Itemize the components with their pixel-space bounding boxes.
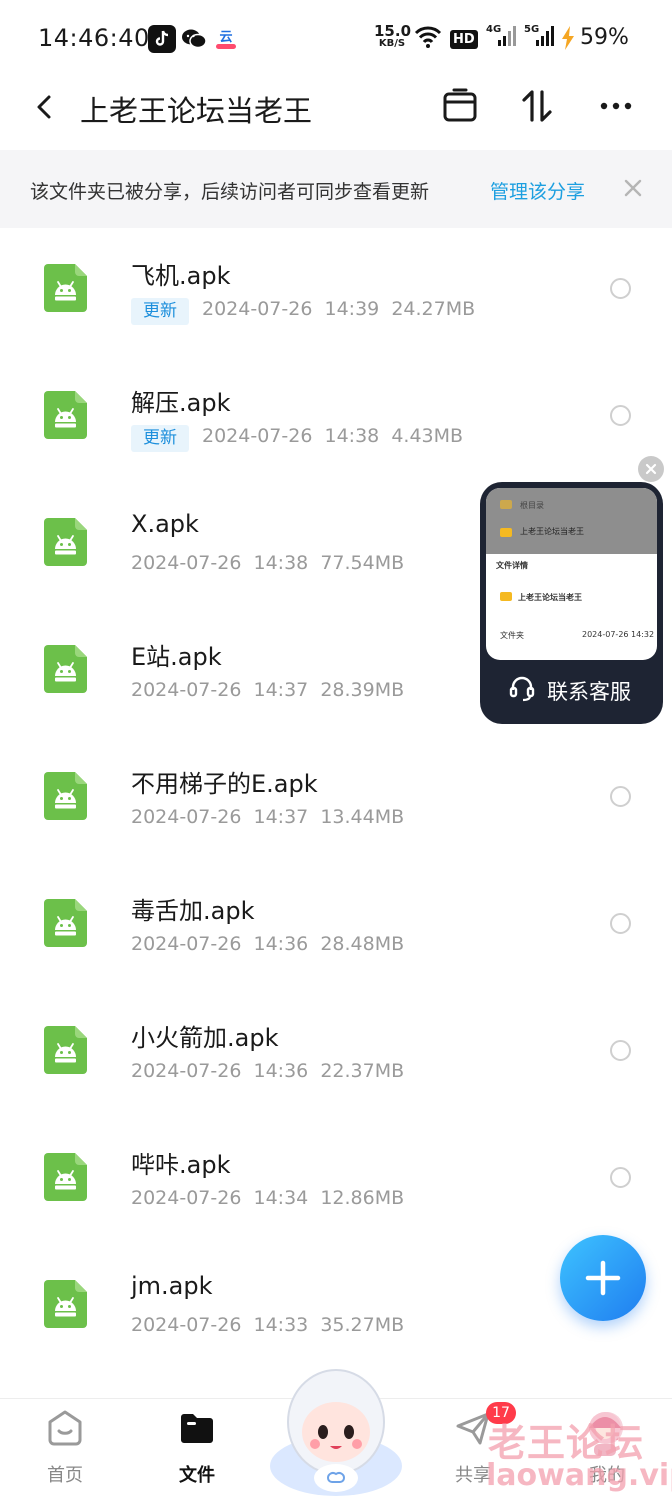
float-close-icon[interactable]: [638, 456, 664, 482]
nav-files[interactable]: 文件: [142, 1399, 252, 1500]
file-meta: 2024-07-26 14:38 77.54MB: [131, 552, 405, 574]
nav-label-home: 首页: [47, 1465, 83, 1486]
apk-file-icon: [44, 772, 87, 820]
select-radio[interactable]: [610, 1040, 631, 1061]
file-row[interactable]: 解压.apk 更新 2024-07-26 14:38 4.43MB: [0, 355, 672, 482]
wechat-icon: [180, 25, 208, 53]
file-name: 哔咔.apk: [131, 1151, 231, 1179]
select-radio[interactable]: [610, 278, 631, 299]
share-banner: 该文件夹已被分享，后续访问者可同步查看更新 管理该分享: [0, 150, 672, 228]
file-list: 飞机.apk 更新 2024-07-26 14:39 24.27MB 解压.ap…: [0, 228, 672, 1371]
add-button[interactable]: [560, 1235, 646, 1321]
float-preview: 根目录 上老王论坛当老王 文件详情 上老王论坛当老王 文件夹 2024-07-2…: [486, 488, 657, 660]
file-name: jm.apk: [131, 1272, 213, 1300]
hd-icon: HD: [450, 28, 478, 49]
file-meta: 2024-07-26 14:33 35.27MB: [131, 1314, 405, 1336]
page-title: 上老王论坛当老王: [80, 94, 313, 128]
mascot-icon: [270, 1369, 402, 1496]
apk-file-icon: [44, 518, 87, 566]
contact-service-button[interactable]: 联系客服: [480, 672, 663, 712]
file-meta: 2024-07-26 14:36 28.48MB: [131, 933, 405, 955]
file-name: 飞机.apk: [131, 262, 231, 290]
file-row[interactable]: 飞机.apk 更新 2024-07-26 14:39 24.27MB: [0, 228, 672, 355]
file-name: 不用梯子的E.apk: [131, 770, 318, 798]
nav-home[interactable]: 首页: [10, 1399, 120, 1500]
file-name: X.apk: [131, 510, 199, 538]
apk-file-icon: [44, 1280, 87, 1328]
customer-service-float[interactable]: 根目录 上老王论坛当老王 文件详情 上老王论坛当老王 文件夹 2024-07-2…: [480, 482, 663, 724]
file-meta: 2024-07-26 14:38 4.43MB: [202, 425, 464, 447]
more-icon[interactable]: [596, 86, 636, 126]
select-radio[interactable]: [610, 913, 631, 934]
battery-level: 59%: [580, 25, 629, 50]
apk-file-icon: [44, 1026, 87, 1074]
file-row[interactable]: 毒舌加.apk 2024-07-26 14:36 28.48MB: [0, 863, 672, 990]
file-meta: 2024-07-26 14:37 13.44MB: [131, 806, 405, 828]
select-radio[interactable]: [610, 786, 631, 807]
nav-label-files: 文件: [179, 1465, 215, 1486]
file-name: 毒舌加.apk: [131, 897, 255, 925]
cloud-drive-icon: 云: [212, 25, 240, 53]
share-banner-text: 该文件夹已被分享，后续访问者可同步查看更新: [30, 181, 430, 203]
select-radio[interactable]: [610, 405, 631, 426]
sort-icon[interactable]: [518, 86, 558, 126]
net-speed: 15.0 KB/S: [374, 22, 412, 49]
apk-file-icon: [44, 1153, 87, 1201]
update-badge: 更新: [131, 425, 189, 452]
file-meta: 2024-07-26 14:39 24.27MB: [202, 298, 476, 320]
select-radio[interactable]: [610, 1167, 631, 1188]
file-meta: 2024-07-26 14:37 28.39MB: [131, 679, 405, 701]
apk-file-icon: [44, 645, 87, 693]
watermark-url: laowang.vip: [486, 1458, 672, 1493]
apk-file-icon: [44, 264, 87, 312]
file-meta: 2024-07-26 14:34 12.86MB: [131, 1187, 405, 1209]
headset-icon: [508, 674, 536, 706]
file-meta: 2024-07-26 14:36 22.37MB: [131, 1060, 405, 1082]
tiktok-icon: [148, 25, 176, 53]
file-name: E站.apk: [131, 643, 222, 671]
manage-share-link[interactable]: 管理该分享: [490, 177, 585, 204]
file-row[interactable]: 哔咔.apk 2024-07-26 14:34 12.86MB: [0, 1117, 672, 1244]
update-badge: 更新: [131, 298, 189, 325]
back-icon[interactable]: [30, 92, 60, 122]
status-bar: 14:46:40 云 15.0 KB/S HD 4G 5G 59%: [0, 0, 672, 76]
folder-icon: [178, 1409, 216, 1447]
close-icon[interactable]: [622, 177, 644, 199]
file-row[interactable]: 小火箭加.apk 2024-07-26 14:36 22.37MB: [0, 990, 672, 1117]
charging-icon: [561, 26, 575, 54]
file-row[interactable]: 不用梯子的E.apk 2024-07-26 14:37 13.44MB: [0, 736, 672, 863]
preview-list: 根目录 上老王论坛当老王: [486, 488, 657, 554]
header: 上老王论坛当老王: [0, 76, 672, 150]
apk-file-icon: [44, 899, 87, 947]
file-name: 小火箭加.apk: [131, 1024, 279, 1052]
wifi-icon: [414, 24, 442, 54]
apk-file-icon: [44, 391, 87, 439]
mascot-button[interactable]: [268, 1362, 404, 1498]
status-time: 14:46:40: [38, 24, 150, 52]
archive-icon[interactable]: [440, 86, 480, 126]
file-name: 解压.apk: [131, 389, 231, 417]
home-icon: [46, 1409, 84, 1447]
signal-5g-icon: 5G: [524, 24, 554, 54]
svg-text:云: 云: [219, 29, 232, 44]
signal-4g-icon: 4G: [486, 24, 516, 54]
plus-icon: [585, 1260, 621, 1296]
contact-service-label: 联系客服: [547, 680, 631, 704]
